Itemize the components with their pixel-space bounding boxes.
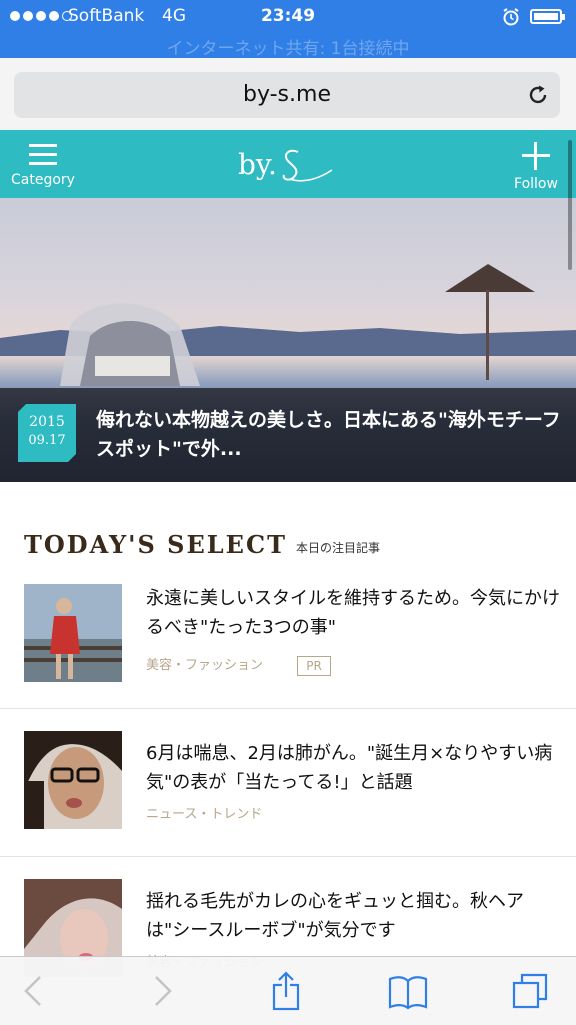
plus-icon [522, 142, 550, 170]
category-label: Category [11, 172, 75, 188]
share-icon[interactable] [266, 971, 306, 1011]
date-badge: 2015 09.17 [18, 404, 76, 462]
article-thumbnail[interactable] [24, 731, 122, 829]
article-title[interactable]: 揺れる毛先がカレの心をギュッと掴む。秋ヘアは"シースルーボブ"が気分です [146, 887, 560, 945]
article-category[interactable]: 美容・ファッション [146, 654, 263, 673]
hero-title[interactable]: 侮れない本物越えの美しさ。日本にある"海外モチーフスポット"で外... [96, 406, 566, 464]
menu-icon [29, 144, 57, 166]
category-button[interactable]: Category [8, 142, 78, 196]
article-thumbnail[interactable] [24, 584, 122, 682]
tethering-banner[interactable]: インターネット共有: 1台接続中 [0, 34, 576, 59]
alarm-icon [503, 8, 519, 26]
battery-icon [530, 9, 565, 24]
hero-caption-overlay: 2015 09.17 侮れない本物越えの美しさ。日本にある"海外モチーフスポット… [0, 388, 576, 482]
article-title[interactable]: 永遠に美しいスタイルを維持するため。今気にかけるべき"たった3つの事" [146, 584, 560, 642]
section-title: TODAY'S SELECT [24, 530, 287, 559]
address-bar[interactable]: by-s.me [14, 72, 560, 118]
reload-icon[interactable] [526, 83, 550, 107]
url-text[interactable]: by-s.me [14, 82, 560, 107]
date-month-day: 09.17 [28, 433, 66, 448]
hero-cabana-image [60, 303, 200, 386]
article-category[interactable]: ニュース・トレンド [146, 803, 262, 822]
logo-text: by. [238, 148, 277, 181]
browser-toolbar [0, 956, 576, 1025]
back-icon[interactable] [16, 971, 56, 1011]
date-year: 2015 [29, 414, 65, 430]
pr-badge: PR [297, 656, 331, 676]
article-title[interactable]: 6月は喘息、2月は肺がん。"誕生月×なりやすい病気"の表が「当たってる!」と話題 [146, 739, 560, 797]
tabs-icon[interactable] [510, 971, 550, 1011]
hero-umbrella-image [445, 264, 535, 380]
browser-address-area: by-s.me [0, 58, 576, 131]
follow-label: Follow [514, 176, 558, 192]
forward-icon[interactable] [140, 971, 180, 1011]
bookmarks-icon[interactable] [388, 971, 428, 1011]
hero-featured-article[interactable]: 2015 09.17 侮れない本物越えの美しさ。日本にある"海外モチーフスポット… [0, 198, 576, 482]
logo-s-icon [282, 149, 333, 182]
section-subtitle: 本日の注目記事 [296, 541, 381, 555]
clock: 23:49 [260, 6, 316, 26]
follow-button[interactable]: Follow [504, 142, 568, 196]
scroll-indicator [568, 140, 572, 270]
article-item[interactable]: 6月は喘息、2月は肺がん。"誕生月×なりやすい病気"の表が「当たってる!」と話題… [0, 708, 576, 857]
site-logo[interactable]: by. [238, 142, 338, 186]
status-bar: SoftBank 4G 23:49 インターネット共有: 1台接続中 [0, 0, 576, 59]
site-header: Category by. Follow [0, 130, 576, 198]
